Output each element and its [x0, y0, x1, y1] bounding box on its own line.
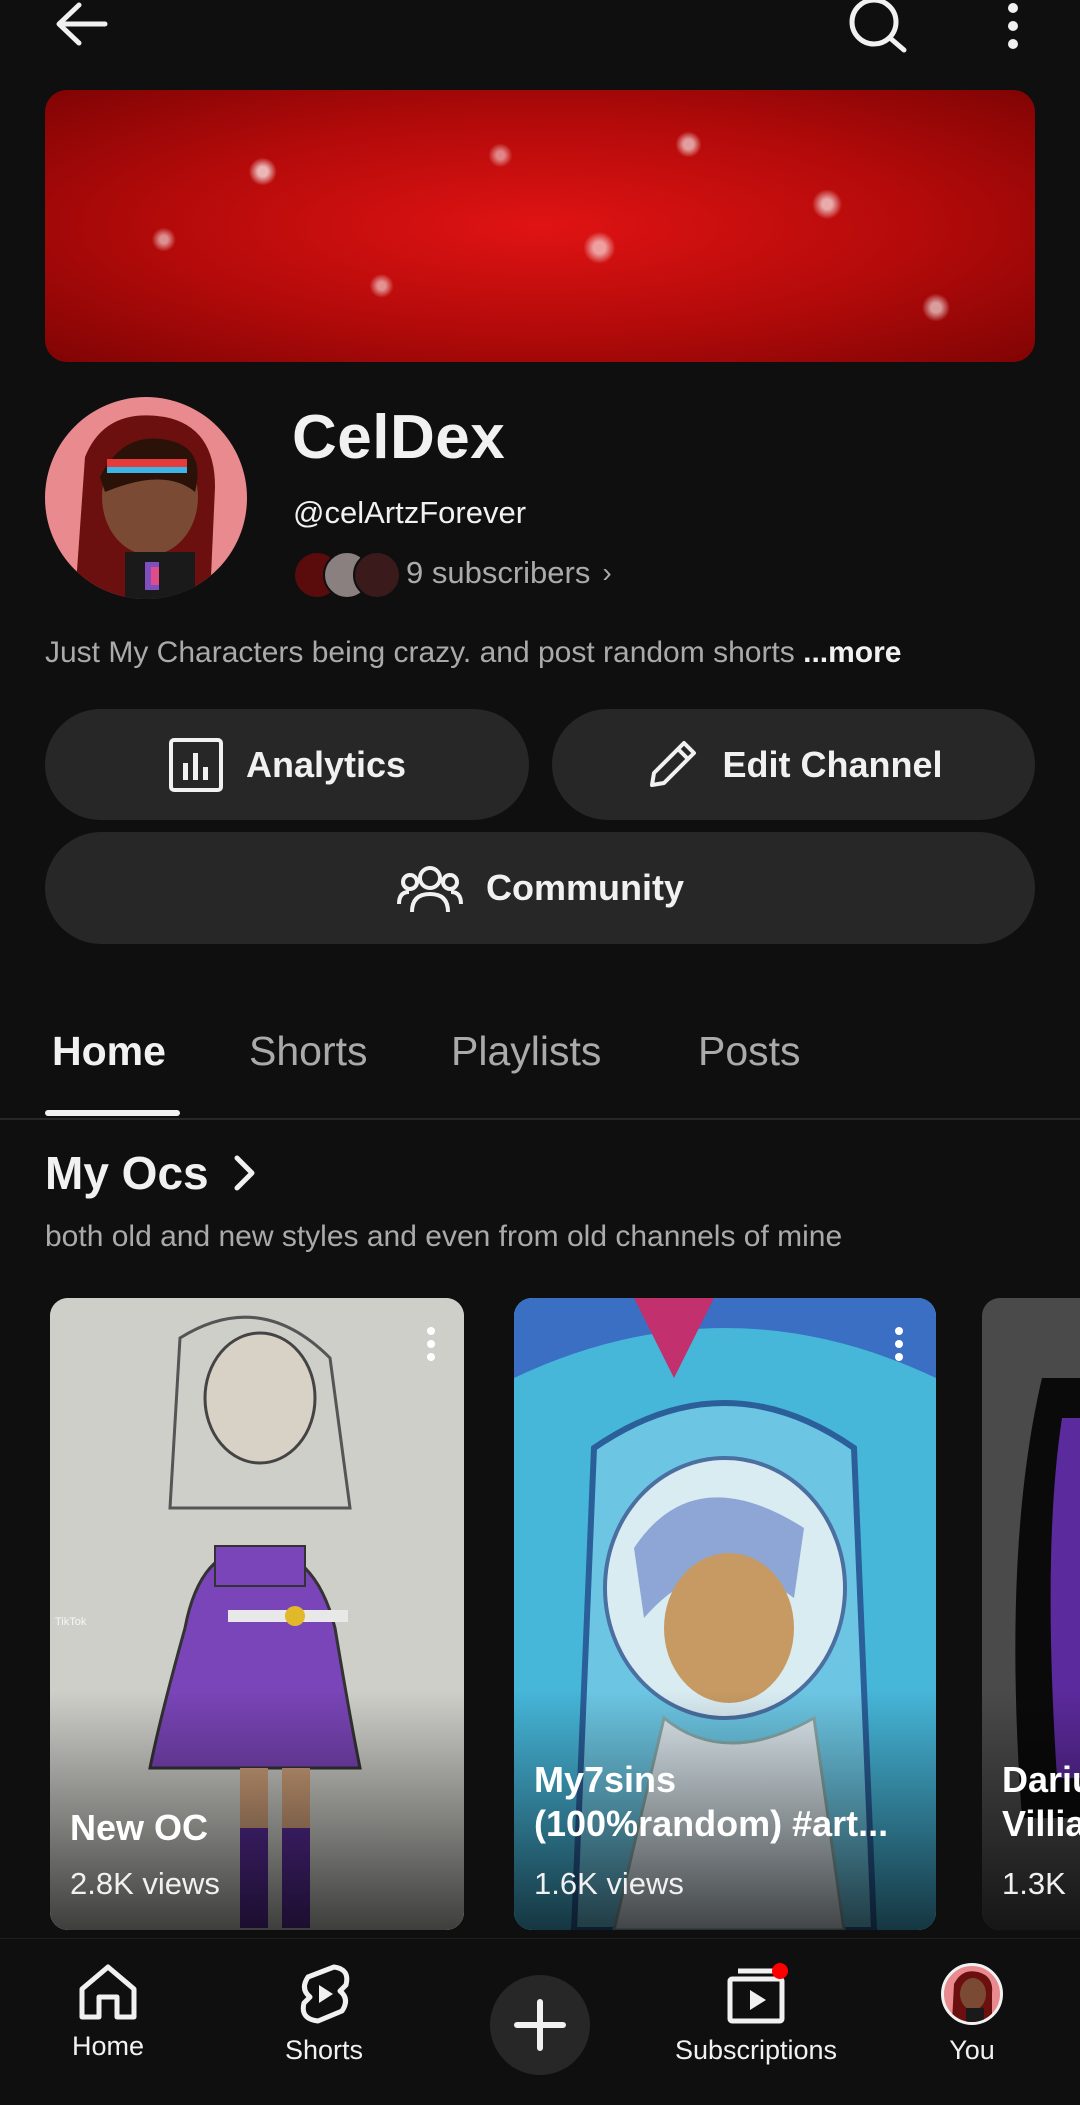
short-card[interactable]: My7sins (100%random) #art... 1.6K views [514, 1298, 936, 1930]
description-more-link[interactable]: ...more [803, 636, 901, 669]
short-views: 2.8K views [70, 1866, 220, 1901]
back-button[interactable] [40, 0, 120, 50]
chevron-right-icon [234, 1155, 255, 1191]
tab-shorts[interactable]: Shorts [249, 1028, 368, 1075]
community-icon [397, 866, 463, 913]
tiktok-watermark: TikTok [55, 1616, 87, 1628]
more-options-button[interactable] [993, 0, 1033, 54]
channel-description[interactable]: Just My Characters being crazy. and post… [45, 636, 901, 670]
subscriptions-icon [727, 1963, 788, 2024]
short-card[interactable]: Dariu Villia 1.3K [982, 1298, 1080, 1930]
community-label: Community [486, 867, 684, 908]
nav-home[interactable]: Home [8, 1963, 208, 2062]
more-vert-icon[interactable] [426, 1326, 436, 1362]
search-icon [849, 0, 907, 53]
short-views: 1.6K views [534, 1866, 684, 1901]
short-title: Dariu Villia [1002, 1759, 1080, 1844]
section-subtitle: both old and new styles and even from ol… [45, 1220, 843, 1253]
tab-home[interactable]: Home [52, 1028, 166, 1075]
nav-shorts-label: Shorts [284, 2035, 364, 2065]
nav-subscriptions-label: Subscriptions [674, 2035, 838, 2065]
nav-shorts[interactable]: Shorts [224, 1963, 424, 2066]
back-arrow-icon [56, 2, 108, 46]
community-button[interactable]: Community [45, 832, 1035, 944]
short-card[interactable]: TikTok New OC 2.8K views [50, 1298, 464, 1930]
create-button[interactable] [490, 1975, 590, 2075]
search-button[interactable] [845, 0, 911, 54]
edit-channel-label: Edit Channel [722, 743, 943, 785]
subscriber-avatar [353, 551, 401, 599]
bottom-navigation: Home Shorts Subscriptions You [0, 1938, 1080, 2105]
create-plus-icon [514, 1999, 566, 2051]
nav-home-label: Home [71, 2031, 145, 2061]
tab-playlists[interactable]: Playlists [451, 1028, 601, 1075]
channel-name: CelDex [292, 403, 506, 472]
subscriber-avatars [293, 549, 401, 599]
analytics-button[interactable]: Analytics [45, 709, 529, 820]
analytics-icon [168, 737, 223, 792]
nav-subscriptions[interactable]: Subscriptions [656, 1963, 856, 2066]
subscribers-row[interactable]: 9 subscribers › [293, 547, 612, 599]
nav-you-label: You [949, 2035, 995, 2065]
chevron-right-icon: › [602, 557, 612, 588]
edit-channel-button[interactable]: Edit Channel [552, 709, 1035, 820]
short-views: 1.3K [1002, 1866, 1066, 1901]
channel-tabs: Home Shorts Playlists Posts [0, 990, 1080, 1120]
analytics-label: Analytics [245, 743, 407, 785]
home-icon [79, 1964, 137, 2020]
channel-banner [45, 90, 1035, 362]
channel-handle: @celArtzForever [293, 495, 527, 530]
tab-posts[interactable]: Posts [698, 1028, 801, 1075]
profile-avatar [941, 1963, 1003, 2025]
section-header[interactable]: My Ocs [45, 1146, 257, 1200]
description-text: Just My Characters being crazy. and post… [45, 636, 795, 669]
short-title: New OC [70, 1807, 209, 1848]
active-tab-indicator [45, 1110, 180, 1116]
pencil-icon [650, 740, 697, 787]
more-vert-icon [1008, 3, 1018, 49]
shorts-icon [300, 1964, 350, 2024]
avatar-art [75, 415, 215, 599]
channel-avatar[interactable] [45, 397, 247, 599]
subscriber-count: 9 subscribers [406, 555, 591, 590]
more-vert-icon[interactable] [894, 1326, 904, 1362]
nav-you[interactable]: You [872, 1963, 1072, 2066]
section-title: My Ocs [45, 1147, 209, 1199]
short-title: My7sins (100%random) #art... [534, 1759, 889, 1844]
